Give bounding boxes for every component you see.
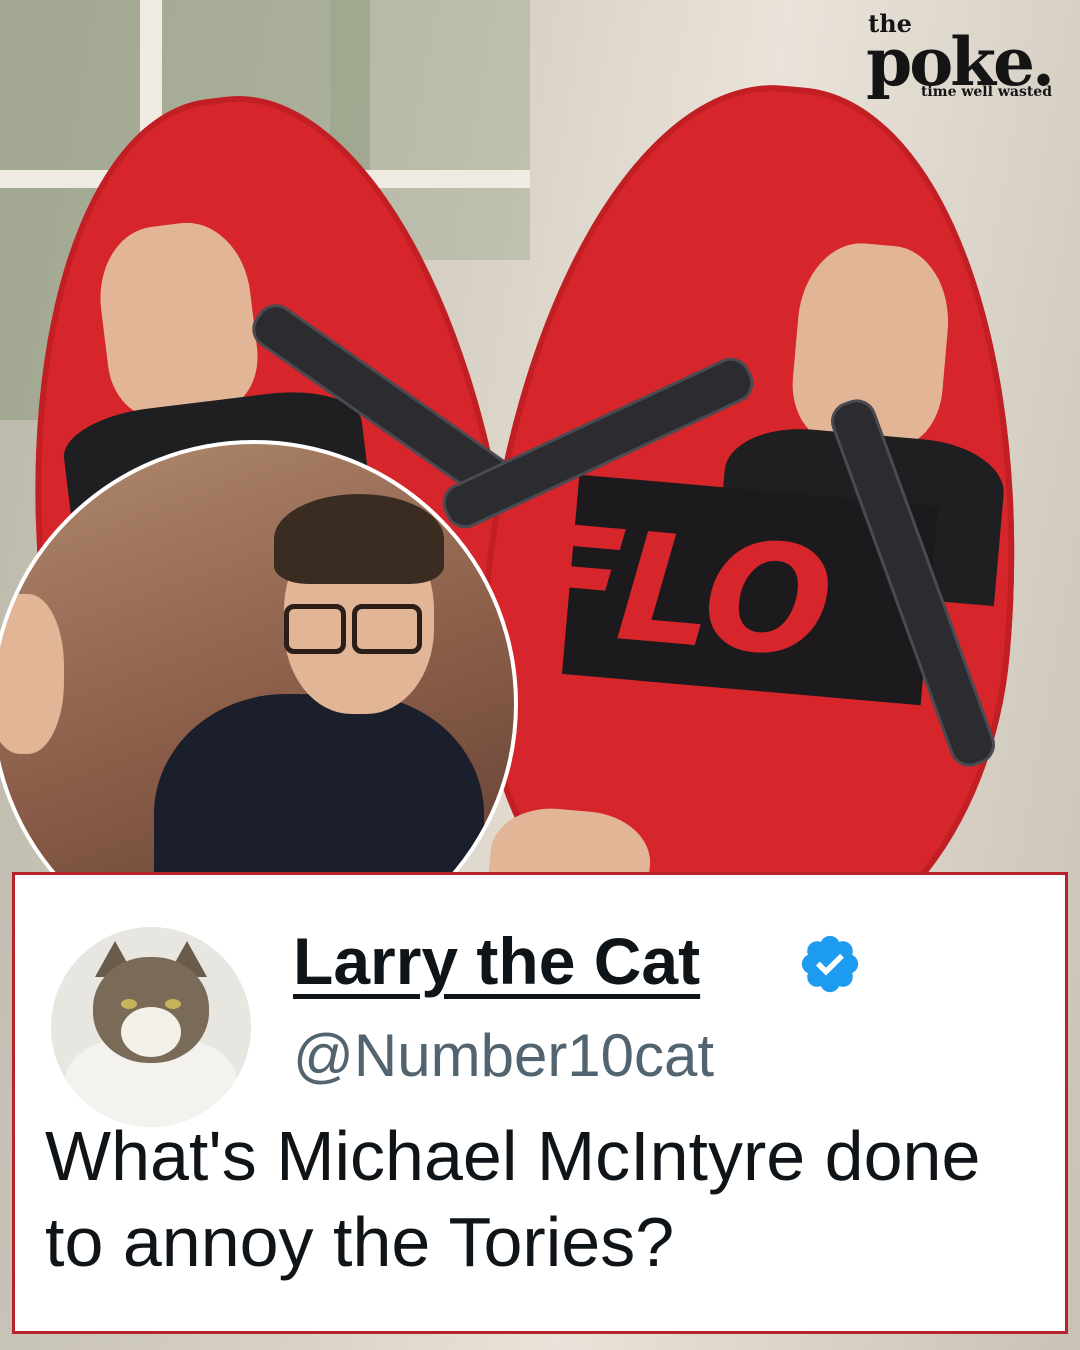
handle[interactable]: @Number10cat	[293, 1021, 714, 1090]
cat-eye	[165, 999, 181, 1009]
flipflop-slogan: FLO	[513, 491, 836, 693]
verified-badge-icon	[801, 935, 859, 993]
printed-face	[91, 215, 264, 423]
inset-face-side	[0, 594, 64, 754]
tweet-card: Larry the Cat @Number10cat What's Michae…	[12, 872, 1068, 1334]
cat-eye	[121, 999, 137, 1009]
avatar[interactable]	[51, 927, 251, 1127]
tweet-text: What's Michael McIntyre done to annoy th…	[45, 1117, 981, 1281]
the-poke-logo: the poke. time well wasted	[866, 12, 1055, 101]
logo-poke: poke.	[866, 23, 1055, 101]
inset-glasses-left	[284, 604, 346, 654]
inset-hair	[274, 494, 444, 584]
display-name[interactable]: Larry the Cat	[293, 923, 700, 999]
inset-glasses-right	[352, 604, 422, 654]
cat-muzzle	[121, 1007, 181, 1057]
